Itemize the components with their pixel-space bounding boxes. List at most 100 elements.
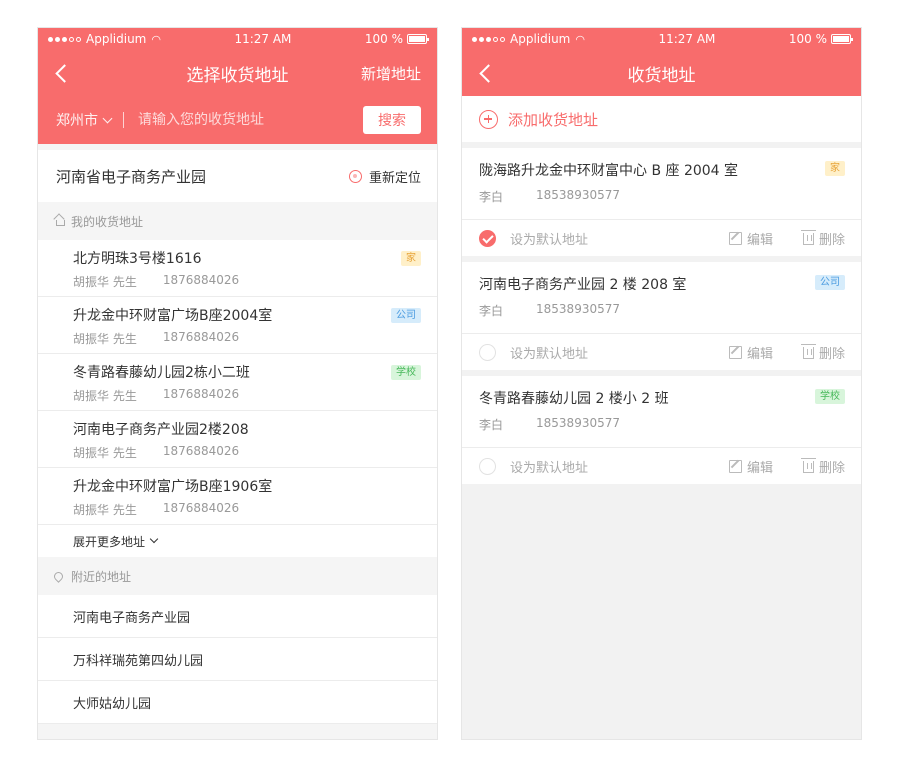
list-item[interactable]: 大师姑幼儿园 (38, 681, 437, 724)
contact-phone: 1876884026 (162, 330, 240, 344)
search-bar: 郑州市 搜索 (38, 96, 437, 144)
search-input[interactable] (138, 112, 363, 128)
tag-badge: 家 (401, 251, 421, 266)
default-radio[interactable] (479, 457, 496, 475)
address-card: 河南电子商务产业园 2 楼 208 室 李白 18538930577 公司 设为默… (462, 262, 861, 370)
back-arrow-icon[interactable] (52, 62, 74, 84)
default-radio-checked[interactable] (479, 229, 496, 247)
nearby-title: 附近的地址 (71, 569, 132, 584)
address-card-info[interactable]: 陇海路升龙金中环财富中心 B 座 2004 室 李白 18538930577 家 (462, 148, 861, 220)
address-text: 冬青路春藤幼儿园 2 楼小 2 班 (479, 391, 669, 407)
default-radio[interactable] (479, 343, 496, 361)
delete-button[interactable]: 删除 (800, 229, 845, 248)
delete-button[interactable]: 删除 (800, 457, 845, 476)
address-text: 陇海路升龙金中环财富中心 B 座 2004 室 (479, 163, 739, 179)
battery-status: 100 % (364, 32, 429, 46)
location-pin-icon (52, 569, 65, 583)
relocate-label: 重新定位 (368, 170, 421, 186)
nearby-list: 河南电子商务产业园 万科祥瑞苑第四幼儿园 大师姑幼儿园 (38, 595, 437, 724)
battery-percent: 100 % (788, 32, 827, 46)
edit-button[interactable]: 编辑 (728, 229, 773, 248)
select-address-screen: Applidium ◠ 11:27 AM 100 % 选择收货地址 新增地址 郑… (37, 27, 438, 740)
trash-icon (800, 230, 816, 245)
locate-target-icon (348, 169, 362, 183)
list-item[interactable]: 北方明珠3号楼1616 胡振华 先生 1876884026 家 (38, 240, 437, 297)
carrier-name: Applidium (86, 32, 147, 46)
tag-badge: 公司 (391, 308, 421, 323)
carrier-name: Applidium (510, 32, 571, 46)
battery-icon (407, 34, 429, 44)
address-card: 冬青路春藤幼儿园 2 楼小 2 班 李白 18538930577 学校 设为默认地… (462, 376, 861, 484)
contact-phone: 1876884026 (162, 501, 240, 515)
address-card-info[interactable]: 冬青路春藤幼儿园 2 楼小 2 班 李白 18538930577 学校 (462, 376, 861, 448)
list-item[interactable]: 冬青路春藤幼儿园2栋小二班 胡振华 先生 1876884026 学校 (38, 354, 437, 411)
contact-name: 胡振华 先生 (73, 503, 137, 517)
edit-icon (728, 459, 742, 473)
header: Applidium ◠ 11:27 AM 100 % 收货地址 (462, 28, 861, 96)
city-selector[interactable]: 郑州市 (56, 110, 113, 130)
back-arrow-icon[interactable] (476, 62, 498, 84)
edit-label: 编辑 (746, 346, 773, 362)
list-item[interactable]: 河南电子商务产业园2楼208 胡振华 先生 1876884026 (38, 411, 437, 468)
current-location: 河南省电子商务产业园 重新定位 (38, 150, 437, 202)
expand-label: 展开更多地址 (73, 534, 146, 549)
list-item[interactable]: 升龙金中环财富广场B座1906室 胡振华 先生 1876884026 (38, 468, 437, 525)
address-text: 升龙金中环财富广场B座2004室 (73, 308, 273, 324)
list-item[interactable]: 升龙金中环财富广场B座2004室 胡振华 先生 1876884026 公司 (38, 297, 437, 354)
wifi-icon: ◠ (575, 32, 585, 46)
status-time: 11:27 AM (234, 32, 292, 46)
delete-label: 删除 (818, 232, 845, 248)
signal-icon (472, 36, 505, 42)
relocate-button[interactable]: 重新定位 (348, 167, 421, 186)
trash-icon (800, 344, 816, 359)
edit-icon (728, 231, 742, 245)
contact-name: 胡振华 先生 (73, 332, 137, 346)
address-text: 河南电子商务产业园2楼208 (73, 422, 249, 438)
my-addresses-title: 我的收货地址 (71, 214, 144, 229)
contact-name: 胡振华 先生 (73, 389, 137, 403)
delete-label: 删除 (818, 460, 845, 476)
contact-name: 李白 (479, 190, 504, 204)
card-actions: 设为默认地址 编辑 删除 (462, 220, 861, 256)
contact-phone: 18538930577 (536, 416, 620, 430)
expand-more-button[interactable]: 展开更多地址 (38, 525, 437, 557)
contact-phone: 18538930577 (536, 302, 620, 316)
status-time: 11:27 AM (658, 32, 716, 46)
address-card: 陇海路升龙金中环财富中心 B 座 2004 室 李白 18538930577 家 … (462, 148, 861, 256)
nav-bar: 选择收货地址 新增地址 (38, 50, 437, 96)
page-title: 收货地址 (627, 65, 696, 86)
search-button[interactable]: 搜索 (363, 106, 421, 134)
chevron-down-icon (149, 534, 159, 544)
status-bar: Applidium ◠ 11:27 AM 100 % (38, 28, 437, 50)
battery-status: 100 % (788, 32, 853, 46)
battery-percent: 100 % (364, 32, 403, 46)
plus-circle-icon (479, 109, 498, 129)
my-addresses-header: 我的收货地址 (38, 202, 437, 240)
delete-button[interactable]: 删除 (800, 343, 845, 362)
edit-button[interactable]: 编辑 (728, 457, 773, 476)
address-card-info[interactable]: 河南电子商务产业园 2 楼 208 室 李白 18538930577 公司 (462, 262, 861, 334)
card-actions: 设为默认地址 编辑 删除 (462, 448, 861, 484)
list-item[interactable]: 河南电子商务产业园 (38, 595, 437, 638)
add-address-button[interactable]: 新增地址 (361, 63, 421, 84)
tag-badge: 公司 (815, 275, 845, 290)
carrier-signal: Applidium ◠ (472, 32, 585, 46)
edit-button[interactable]: 编辑 (728, 343, 773, 362)
tag-badge: 学校 (391, 365, 421, 380)
contact-name: 李白 (479, 304, 504, 318)
add-address-row[interactable]: 添加收货地址 (462, 96, 861, 142)
contact-phone: 18538930577 (536, 188, 620, 202)
contact-phone: 1876884026 (162, 273, 240, 287)
nav-bar: 收货地址 (462, 50, 861, 96)
carrier-signal: Applidium ◠ (48, 32, 161, 46)
contact-name: 胡振华 先生 (73, 275, 137, 289)
address-management-screen: Applidium ◠ 11:27 AM 100 % 收货地址 添加收货地址 陇… (461, 27, 862, 740)
list-item[interactable]: 万科祥瑞苑第四幼儿园 (38, 638, 437, 681)
address-text: 北方明珠3号楼1616 (73, 251, 202, 267)
divider (123, 112, 124, 128)
edit-label: 编辑 (746, 460, 773, 476)
signal-icon (48, 36, 81, 42)
edit-label: 编辑 (746, 232, 773, 248)
current-location-name: 河南省电子商务产业园 (56, 167, 207, 186)
address-text: 冬青路春藤幼儿园2栋小二班 (73, 365, 250, 381)
